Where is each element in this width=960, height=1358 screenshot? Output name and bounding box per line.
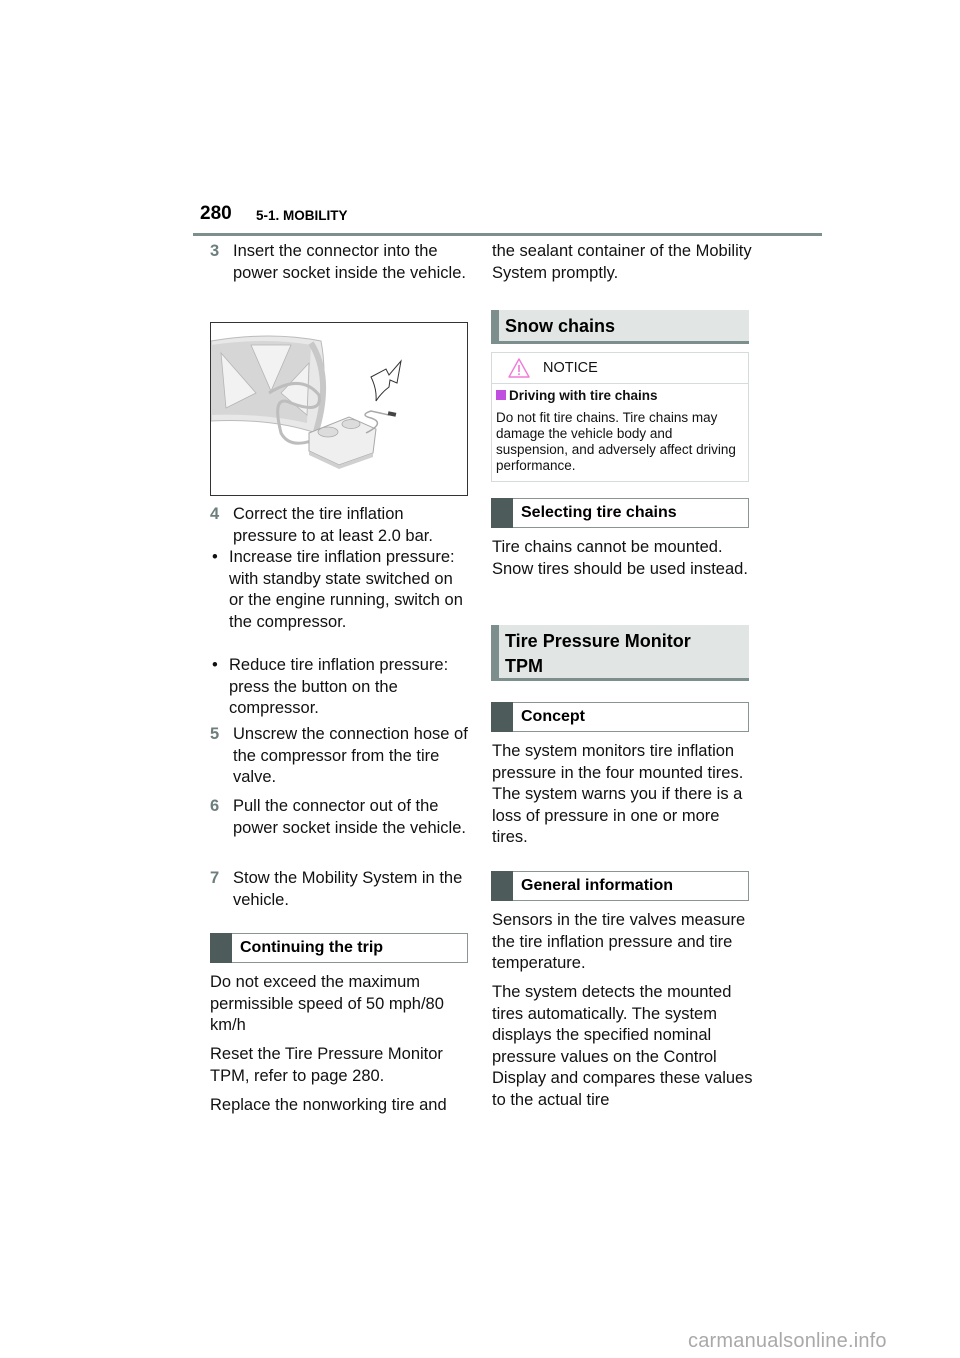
step-5: 5 Unscrew the connection hose of the com… (210, 724, 468, 789)
heading-label: Snow chains (505, 316, 616, 336)
notice-label: NOTICE (543, 360, 598, 376)
reset-tpm-paragraph: Reset the Tire Pressure Monitor TPM, ref… (210, 1045, 443, 1085)
notice-message: Do not fit tire chains. Tire chains may … (496, 410, 736, 473)
heading-continuing-the-trip: Continuing the trip (210, 933, 468, 963)
notice-box: NOTICE Driving with tire chains Do not f… (491, 352, 749, 482)
heading-general-information: General information (491, 871, 749, 901)
heading-selecting-tire-chains: Selecting tire chains (491, 498, 749, 528)
section-title: 5-1. MOBILITY (256, 208, 348, 223)
selecting-paragraph: Tire chains cannot be mounted. Snow tire… (492, 538, 748, 578)
general-paragraph-1: Sensors in the tire valves measure the t… (492, 911, 746, 972)
step-text: Stow the Mobility System in the vehicle. (233, 869, 463, 909)
sealant-paragraph: the sealant container of the Mobility Sy… (492, 242, 752, 282)
square-bullet-icon (496, 390, 506, 400)
heading-concept: Concept (491, 702, 749, 732)
heading-label: Continuing the trip (240, 939, 384, 956)
general-paragraph-2: The system detects the mounted tires aut… (492, 983, 753, 1109)
speed-limit-paragraph: Do not exceed the maximum permissible sp… (210, 973, 444, 1034)
heading-label: Selecting tire chains (521, 504, 677, 521)
step-number: 6 (210, 797, 220, 815)
compressor-figure-svg (210, 335, 402, 469)
notice-subheading-text: Driving with tire chains (509, 388, 658, 403)
heading-label: General information (521, 877, 674, 894)
replace-tire-paragraph: Replace the nonworking tire and (210, 1096, 447, 1114)
bullet-item: • Increase tire inflation pressure: with… (212, 547, 468, 633)
step-7: 7 Stow the Mobility System in the vehicl… (210, 868, 468, 911)
notice-header: NOTICE (492, 353, 748, 384)
bullet-item: • Reduce tire inflation pressure: press … (212, 655, 468, 720)
heading-bar (491, 310, 499, 344)
heading-tpm: Tire Pressure Monitor TPM (491, 625, 749, 681)
bullet-text: Increase tire inflation pressure: with s… (229, 548, 463, 631)
step-text: Correct the tire inflation pressure to a… (233, 505, 433, 545)
step-6: 6 Pull the connector out of the power so… (210, 796, 468, 839)
concept-paragraph: The system monitors tire inflation press… (492, 742, 744, 846)
step-text: Pull the connector out of the power sock… (233, 797, 466, 837)
heading-bar (491, 702, 513, 732)
compressor-illustration (210, 322, 468, 496)
warning-triangle-icon (508, 358, 530, 378)
step-number: 4 (210, 505, 220, 523)
bullet-text: Reduce tire inflation pressure: press th… (229, 656, 449, 717)
step-3: 3 Insert the connector into the power so… (210, 241, 468, 284)
step-number: 5 (210, 725, 220, 743)
heading-bar (210, 933, 232, 963)
heading-bar (491, 871, 513, 901)
step-number: 3 (210, 242, 220, 260)
notice-subheading: Driving with tire chains (496, 388, 658, 403)
step-number: 7 (210, 869, 220, 887)
header-divider (193, 233, 822, 236)
heading-label: Tire Pressure Monitor TPM (505, 631, 691, 676)
watermark-link[interactable]: carmanualsonline.info (688, 1330, 887, 1353)
heading-bar (491, 498, 513, 528)
heading-bar (491, 625, 499, 681)
bullet-symbol: • (212, 656, 218, 674)
step-4: 4 Correct the tire inflation pressure to… (210, 504, 468, 547)
heading-snow-chains: Snow chains (491, 310, 749, 344)
page-number: 280 (200, 203, 232, 224)
plug-graphic (387, 411, 397, 417)
arrow-icon (370, 359, 402, 402)
heading-label: Concept (521, 708, 585, 725)
step-text: Unscrew the connection hose of the compr… (233, 725, 468, 786)
bullet-symbol: • (212, 548, 218, 566)
step-text: Insert the connector into the power sock… (233, 242, 466, 282)
